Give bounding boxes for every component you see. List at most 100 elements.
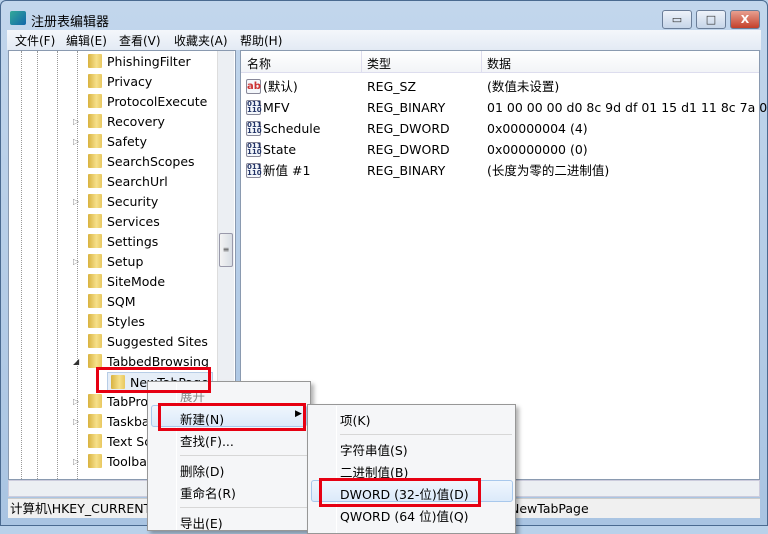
close-button[interactable]: X xyxy=(730,10,760,29)
tree-item-label: SQM xyxy=(107,294,136,309)
tree-item[interactable]: PhishingFilter xyxy=(88,52,191,72)
tree-item[interactable]: SearchUrl xyxy=(88,172,168,192)
tree-item[interactable]: Setup xyxy=(88,252,143,272)
menu-item-export[interactable]: 导出(E) xyxy=(180,513,223,532)
menu-file[interactable]: 文件(F) xyxy=(15,32,55,49)
value-type: REG_SZ xyxy=(367,79,417,94)
value-row[interactable]: 011 110 Schedule REG_DWORD 0x00000004 (4) xyxy=(241,118,759,139)
regedit-app-icon xyxy=(10,11,26,25)
menu-edit[interactable]: 编辑(E) xyxy=(66,32,107,49)
tree-item[interactable]: Suggested Sites xyxy=(88,332,208,352)
folder-icon xyxy=(88,434,102,448)
column-name[interactable]: 名称 xyxy=(247,55,271,72)
minimize-button[interactable]: ▭ xyxy=(662,10,692,29)
tree-item[interactable]: TabPro xyxy=(88,392,148,412)
tree-item[interactable]: Recovery xyxy=(88,112,165,132)
menu-item-delete[interactable]: 删除(D) xyxy=(180,461,224,480)
highlight-box-dword xyxy=(319,478,481,507)
folder-icon xyxy=(88,134,102,148)
value-type: REG_BINARY xyxy=(367,100,446,115)
expand-arrow-icon[interactable]: ▷ xyxy=(73,117,79,126)
submenu-item-string-value[interactable]: 字符串值(S) xyxy=(340,440,408,459)
tree-item[interactable]: Taskba xyxy=(88,412,150,432)
folder-icon xyxy=(88,354,102,368)
tree-item-label: PhishingFilter xyxy=(107,54,191,69)
value-data: 0x00000000 (0) xyxy=(487,142,588,157)
value-type: REG_BINARY xyxy=(367,163,446,178)
status-path: 计算机\HKEY_CURRENT_ xyxy=(10,501,158,516)
collapse-arrow-icon[interactable]: ◢ xyxy=(73,357,79,366)
menu-help[interactable]: 帮助(H) xyxy=(240,32,282,49)
status-path-end: NewTabPage xyxy=(510,501,589,516)
expand-arrow-icon[interactable]: ▷ xyxy=(73,257,79,266)
binary-value-icon: 011 110 xyxy=(246,163,262,178)
tree-item[interactable]: Safety xyxy=(88,132,147,152)
tree-item-label: ProtocolExecute xyxy=(107,94,208,109)
value-data: (长度为零的二进制值) xyxy=(487,163,610,178)
folder-icon xyxy=(88,94,102,108)
tree-item[interactable]: SiteMode xyxy=(88,272,165,292)
tree-item[interactable]: SearchScopes xyxy=(88,152,195,172)
value-data: 0x00000004 (4) xyxy=(487,121,588,136)
folder-icon xyxy=(88,394,102,408)
menu-item-rename[interactable]: 重命名(R) xyxy=(180,483,236,502)
folder-icon xyxy=(88,214,102,228)
folder-icon xyxy=(88,234,102,248)
value-data: 01 00 00 00 d0 8c 9d df 01 15 d1 11 8c 7… xyxy=(487,100,768,115)
value-name: State xyxy=(263,142,297,157)
maximize-button[interactable]: □ xyxy=(696,10,726,29)
menu-favorites[interactable]: 收藏夹(A) xyxy=(174,32,228,49)
tree-item-label: Safety xyxy=(107,134,147,149)
tree-item-label: Recovery xyxy=(107,114,165,129)
expand-arrow-icon[interactable]: ▷ xyxy=(73,417,79,426)
column-type[interactable]: 类型 xyxy=(367,55,391,72)
expand-arrow-icon[interactable]: ▷ xyxy=(73,397,79,406)
binary-value-icon: 011 110 xyxy=(246,100,262,115)
tree-item[interactable]: Services xyxy=(88,212,160,232)
tree-item-label: Toolba xyxy=(107,454,147,469)
tree-item-label: Settings xyxy=(107,234,159,249)
tree-item[interactable]: SQM xyxy=(88,292,136,312)
tree-item-label: Services xyxy=(107,214,160,229)
tree-item-label: TabPro xyxy=(107,394,148,409)
tree-item[interactable]: Privacy xyxy=(88,72,152,92)
folder-icon xyxy=(88,294,102,308)
tree-item[interactable]: Text Sc xyxy=(88,432,151,452)
tree-item-label: SearchScopes xyxy=(107,154,195,169)
submenu-item-qword-value[interactable]: QWORD (64 位)值(Q) xyxy=(340,506,469,525)
tree-item[interactable]: ProtocolExecute xyxy=(88,92,207,112)
value-row[interactable]: ab (默认) REG_SZ (数值未设置) xyxy=(241,76,759,97)
tree-item-label: Taskba xyxy=(107,414,150,429)
binary-value-icon: 011 110 xyxy=(246,142,262,157)
folder-icon xyxy=(88,174,102,188)
column-data[interactable]: 数据 xyxy=(487,55,511,72)
value-name: 新值 #1 xyxy=(263,163,311,178)
value-name: (默认) xyxy=(263,79,298,94)
expand-arrow-icon[interactable]: ▷ xyxy=(73,137,79,146)
value-row[interactable]: 011 110 State REG_DWORD 0x00000000 (0) xyxy=(241,139,759,160)
tree-item[interactable]: Toolba xyxy=(88,452,147,472)
folder-icon xyxy=(88,254,102,268)
scroll-thumb[interactable]: ≡ xyxy=(219,233,233,267)
tree-item[interactable]: Styles xyxy=(88,312,145,332)
new-submenu: 项(K) 字符串值(S) 二进制值(B) DWORD (32-位)值(D) QW… xyxy=(307,404,516,534)
tree-item-label: Suggested Sites xyxy=(107,334,208,349)
menu-view[interactable]: 查看(V) xyxy=(119,32,161,49)
menu-item-find[interactable]: 查找(F)... xyxy=(180,431,234,450)
expand-arrow-icon[interactable]: ▷ xyxy=(73,457,79,466)
value-name: MFV xyxy=(263,100,290,115)
folder-icon xyxy=(88,414,102,428)
value-row[interactable]: 011 110 新值 #1 REG_BINARY (长度为零的二进制值) xyxy=(241,160,759,181)
string-value-icon: ab xyxy=(246,79,261,94)
binary-value-icon: 011 110 xyxy=(246,121,262,136)
value-row[interactable]: 011 110 MFV REG_BINARY 01 00 00 00 d0 8c … xyxy=(241,97,768,118)
window-title: 注册表编辑器 xyxy=(31,15,110,30)
tree-item[interactable]: Security xyxy=(88,192,158,212)
tree-item-label: Security xyxy=(107,194,159,209)
expand-arrow-icon[interactable]: ▷ xyxy=(73,197,79,206)
tree-item-label: SiteMode xyxy=(107,274,166,289)
submenu-item-key[interactable]: 项(K) xyxy=(340,410,370,429)
tree-item[interactable]: Settings xyxy=(88,232,158,252)
tree-item-label: Styles xyxy=(107,314,145,329)
menu-bar: 文件(F) 编辑(E) 查看(V) 收藏夹(A) 帮助(H) xyxy=(7,30,761,50)
